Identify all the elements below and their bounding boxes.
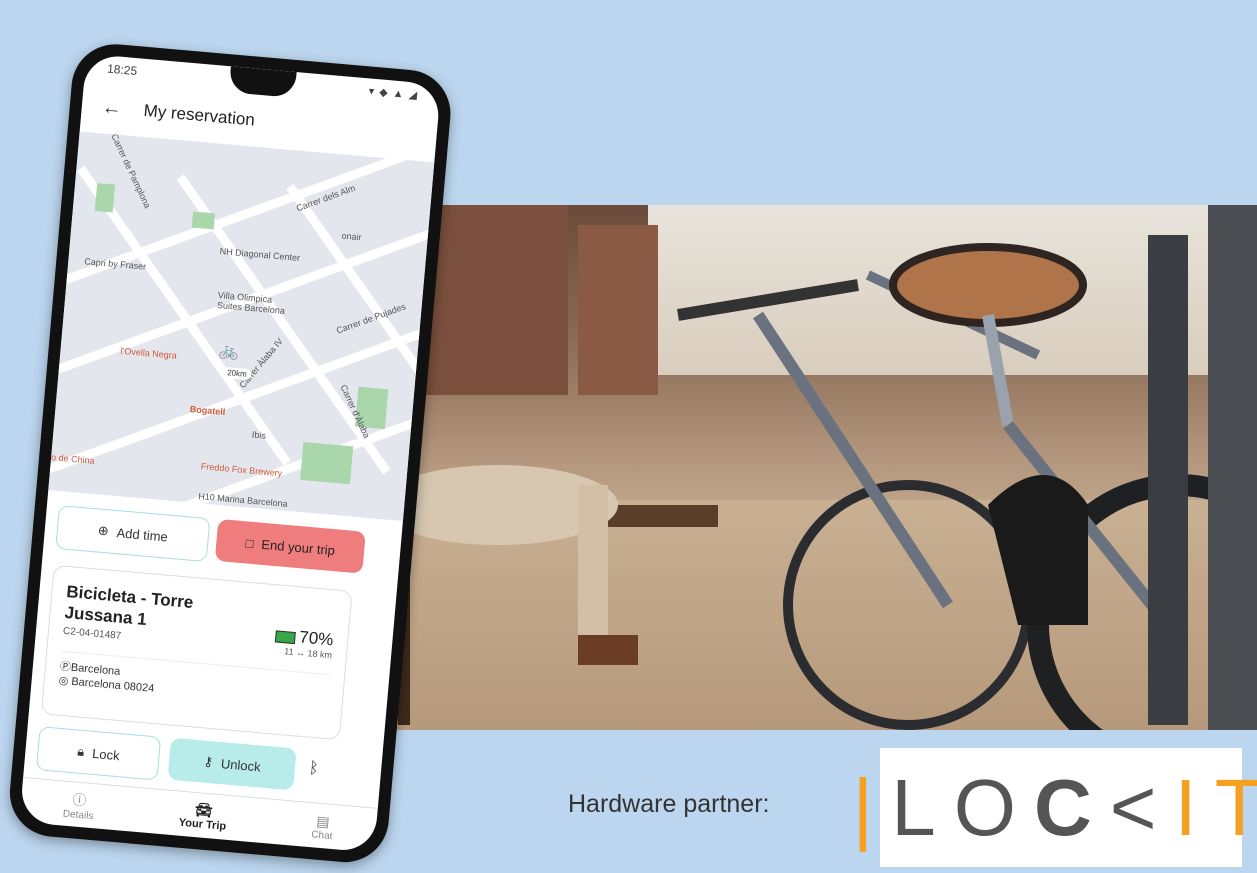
map-label: H10 Marina Barcelona — [197, 491, 288, 509]
lock-label: Lock — [91, 745, 121, 763]
chat-icon: ▤ — [315, 812, 331, 830]
nav-details[interactable]: ⓘ Details — [62, 789, 95, 823]
map-label: Freddo Fox Brewery — [200, 461, 283, 479]
status-icons: ▾ ◆ ▲ ◢ — [368, 85, 419, 102]
map-label: Carrer de Pamplona — [109, 132, 153, 210]
nav-your-trip[interactable]: 🚘︎ Your Trip — [178, 800, 228, 833]
camera-notch — [228, 66, 297, 98]
add-time-label: Add time — [116, 524, 169, 545]
map-view[interactable]: Carrer de Pamplona Carrer dels Alm onair… — [48, 131, 435, 522]
end-trip-button[interactable]: □ End your trip — [214, 518, 366, 574]
back-arrow-icon[interactable]: ← — [101, 96, 127, 121]
battery-status: 70% 11 ↔ 18 km — [274, 625, 334, 660]
map-label: onair — [341, 230, 362, 243]
map-label: Ibis — [251, 429, 267, 441]
battery-icon — [274, 629, 296, 644]
map-label: Villa Olimpica Suites Barcelona — [216, 290, 286, 316]
stop-icon: □ — [245, 534, 255, 551]
lock-button[interactable]: 🔒︎ Lock — [35, 726, 162, 781]
end-trip-label: End your trip — [260, 536, 336, 558]
info-icon: ⓘ — [71, 791, 88, 809]
battery-percent: 70% — [298, 627, 335, 650]
bluetooth-icon[interactable]: ᛒ — [308, 760, 319, 779]
bike-info-card: Bicicleta - Torre Jussana 1 C2-04-01487 … — [40, 564, 353, 741]
nav-details-label: Details — [62, 808, 94, 823]
location-pin-icon: ◎ — [58, 674, 69, 688]
status-time: 18:25 — [106, 61, 138, 79]
map-label: l'Ovella Negra — [120, 345, 178, 361]
unlock-label: Unlock — [220, 755, 262, 775]
bike-location-icon[interactable]: 🚲 — [218, 340, 240, 362]
map-label: NH Diagonal Center — [219, 246, 301, 264]
nav-chat[interactable]: ▤ Chat — [310, 812, 334, 842]
key-icon: ⚷ — [202, 753, 214, 770]
bike-location: ⓅBarcelona ◎ Barcelona 08024 — [58, 650, 331, 712]
partner-label: Hardware partner: — [568, 790, 770, 818]
page-title: My reservation — [142, 100, 256, 130]
lock-icon: 🔒︎ — [76, 743, 85, 760]
nav-chat-label: Chat — [310, 828, 333, 842]
phone-mockup: 18:25 ▾ ◆ ▲ ◢ ← My reservation Carrer de… — [6, 40, 455, 866]
add-time-button[interactable]: ⊕ Add time — [55, 504, 211, 563]
unlock-button[interactable]: ⚷ Unlock — [167, 737, 297, 791]
lockit-logo: | LO C < I T — [852, 748, 1257, 867]
distance-badge: 20km — [222, 366, 252, 381]
phone-frame: 18:25 ▾ ◆ ▲ ◢ ← My reservation Carrer de… — [6, 40, 455, 866]
phone-screen: 18:25 ▾ ◆ ▲ ◢ ← My reservation Carrer de… — [19, 53, 442, 853]
plus-circle-icon: ⊕ — [97, 522, 110, 539]
bike-photo — [388, 205, 1257, 730]
